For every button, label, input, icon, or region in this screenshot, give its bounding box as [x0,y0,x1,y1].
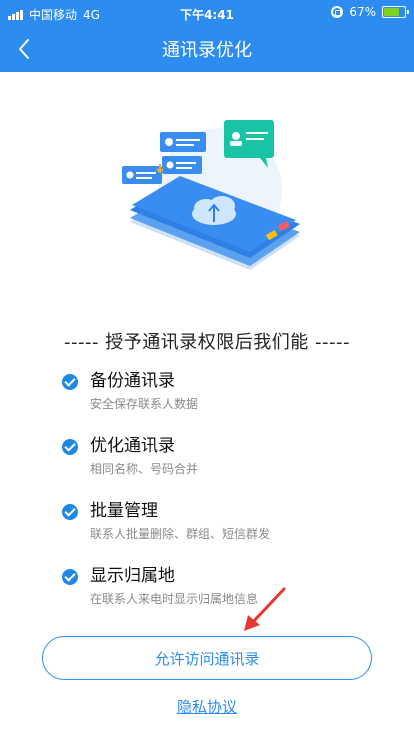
list-item: 优化通讯录 相同名称、号码合并 [62,435,392,477]
feature-title: 备份通讯录 [90,371,175,391]
feature-subtitle: 联系人批量删除、群组、短信群发 [90,527,271,541]
feature-subtitle: 在联系人来电时显示归属地信息 [90,592,259,606]
battery-icon [382,6,409,18]
rotation-lock-icon [331,6,344,18]
permission-heading: ----- 授予通讯录权限后我们能 ----- [64,332,350,353]
feature-title: 显示归属地 [90,566,175,586]
nav-bar: 通讯录优化 [0,26,414,72]
feature-title: 优化通讯录 [90,436,175,456]
contact-card-icon [122,166,162,184]
contact-card-icon [160,132,206,152]
checkmark-icon [62,504,78,520]
list-item: 批量管理 联系人批量删除、群组、短信群发 [62,500,392,542]
feature-list: 备份通讯录 安全保存联系人数据 优化通讯录 相同名称、号码合并 批量管理 联系人… [62,370,392,630]
contact-card-icon [162,156,202,174]
page-title: 通讯录优化 [162,40,252,61]
checkmark-icon [62,569,78,585]
feature-title: 批量管理 [90,501,158,521]
status-bar: 中国移动 4G 下午4:41 67% [0,0,414,26]
battery-percent: 67% [349,5,376,19]
status-right: 67% [331,5,409,19]
feature-subtitle: 安全保存联系人数据 [90,397,199,411]
contacts-cloud-illustration [122,120,300,270]
checkmark-icon [62,374,78,390]
privacy-policy-link[interactable]: 隐私协议 [0,696,414,717]
feature-subtitle: 相同名称、号码合并 [90,462,199,476]
allow-contacts-button[interactable]: 允许访问通讯录 [42,636,372,680]
red-arrow-annotation [244,587,286,631]
list-item: 显示归属地 在联系人来电时显示归属地信息 [62,565,392,607]
checkmark-icon [62,439,78,455]
list-item: 备份通讯录 安全保存联系人数据 [62,370,392,412]
